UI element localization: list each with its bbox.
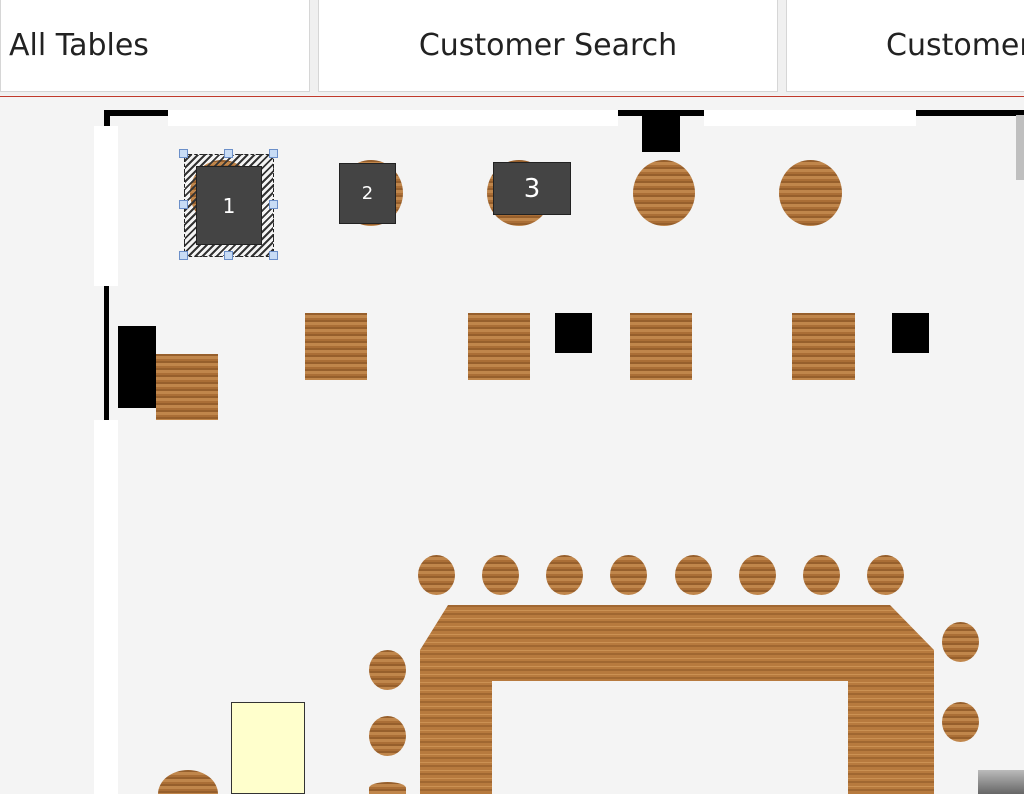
bar-stool-6[interactable] xyxy=(739,555,776,595)
round-table-4[interactable] xyxy=(633,160,695,226)
square-table-1[interactable] xyxy=(156,354,218,420)
wall-top-left xyxy=(104,110,168,116)
square-table-5[interactable] xyxy=(792,313,855,380)
square-table-2[interactable] xyxy=(305,313,367,380)
tab-bar: All Tables Customer Search Customer xyxy=(0,0,1024,95)
bar-stool-7[interactable] xyxy=(803,555,840,595)
resize-handle-s[interactable] xyxy=(224,251,233,260)
resize-handle-w[interactable] xyxy=(179,200,188,209)
wall-left-middle xyxy=(104,286,109,420)
bar-stool-right-1[interactable] xyxy=(942,622,979,662)
black-block-center[interactable] xyxy=(555,313,592,353)
bar-stool-left-2[interactable] xyxy=(369,716,406,756)
bar-stool-right-2[interactable] xyxy=(942,702,979,742)
wall-top-opening xyxy=(168,110,618,126)
resize-handle-e[interactable] xyxy=(269,200,278,209)
table-label-3-text: 3 xyxy=(523,173,541,204)
table-label-3[interactable]: 3 xyxy=(493,162,571,215)
table-label-2-text: 2 xyxy=(361,183,374,204)
tab-customer-search[interactable]: Customer Search xyxy=(318,0,778,92)
pillar-top[interactable] xyxy=(642,116,680,152)
bar-stool-3[interactable] xyxy=(546,555,583,595)
resize-handle-ne[interactable] xyxy=(269,149,278,158)
resize-handle-n[interactable] xyxy=(224,149,233,158)
square-table-4[interactable] xyxy=(630,313,692,380)
table-label-1-text: 1 xyxy=(222,193,236,218)
tab-all-tables-label: All Tables xyxy=(9,28,149,63)
bar-stool-2[interactable] xyxy=(482,555,519,595)
bar-stool-4[interactable] xyxy=(610,555,647,595)
resize-handle-sw[interactable] xyxy=(179,251,188,260)
bar-stool-8[interactable] xyxy=(867,555,904,595)
tab-all-tables[interactable]: All Tables xyxy=(0,0,310,92)
tab-customer-label: Customer xyxy=(886,28,1024,63)
bar-stool-1[interactable] xyxy=(418,555,455,595)
tab-customer-search-label: Customer Search xyxy=(418,28,678,63)
wall-left-upper xyxy=(94,126,118,286)
round-table-5[interactable] xyxy=(779,160,842,226)
scrollbar-corner xyxy=(978,770,1024,794)
table-label-2[interactable]: 2 xyxy=(339,163,396,224)
bar-stool-left-1[interactable] xyxy=(369,650,406,690)
bar-stool-left-3[interactable] xyxy=(369,782,406,794)
yellow-object[interactable] xyxy=(231,702,305,794)
wall-top-right-opening xyxy=(704,110,916,126)
bar-stool-5[interactable] xyxy=(675,555,712,595)
table-label-1[interactable]: 1 xyxy=(196,166,262,245)
vertical-scrollbar-thumb[interactable] xyxy=(1016,115,1024,180)
bar-counter[interactable] xyxy=(420,605,934,794)
tab-customer[interactable]: Customer xyxy=(786,0,1024,92)
resize-handle-nw[interactable] xyxy=(179,149,188,158)
square-table-3[interactable] xyxy=(468,313,530,380)
wall-left-lower xyxy=(94,420,118,794)
black-block-right[interactable] xyxy=(892,313,929,353)
wall-top-right xyxy=(916,110,1024,116)
resize-handle-se[interactable] xyxy=(269,251,278,260)
black-block-left[interactable] xyxy=(118,326,156,408)
